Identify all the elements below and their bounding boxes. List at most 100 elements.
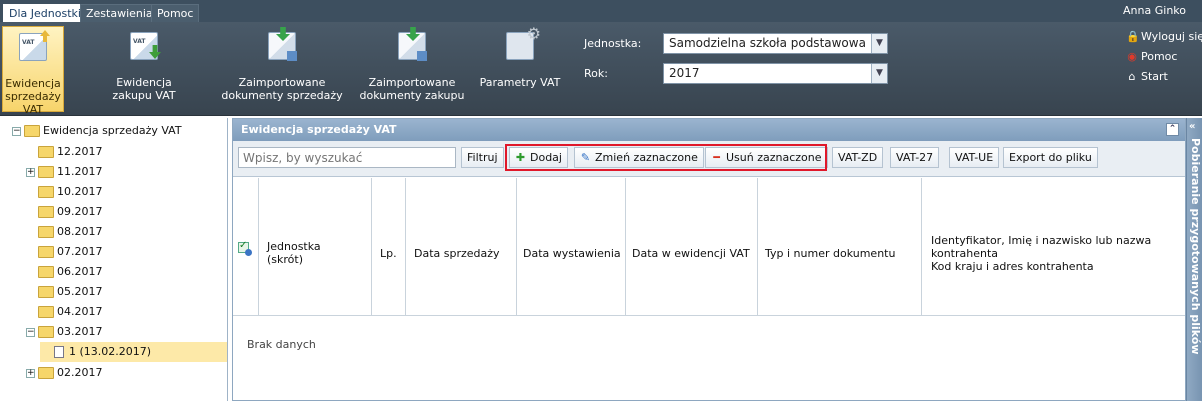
folder-icon <box>38 226 54 238</box>
ribbon-button-sales-register[interactable]: Ewidencja sprzedaży VAT <box>2 26 64 116</box>
vat-ue-button[interactable]: VAT-UE <box>949 147 1000 168</box>
tree-item[interactable]: +02.2017 <box>26 363 103 383</box>
lifebuoy-icon: ◉ <box>1127 50 1137 63</box>
expand-toggle[interactable]: + <box>26 167 35 177</box>
chevron-down-icon[interactable]: ▼ <box>871 64 887 83</box>
start-label: Start <box>1141 70 1168 83</box>
tree-item[interactable]: 05.2017 <box>38 282 103 302</box>
import-purchase-icon <box>398 32 427 61</box>
tree-item-label: 12.2017 <box>57 145 103 158</box>
tree-item-label: 11.2017 <box>57 165 103 178</box>
ribbon-button-imported-sales[interactable]: Zaimportowane dokumenty sprzedaży <box>218 26 346 112</box>
records-table: Jednostka (skrót) Lp. Data sprzedaży Dat… <box>233 178 1185 316</box>
tree-item[interactable]: 10.2017 <box>38 182 103 202</box>
column-label: Lp. <box>380 247 397 260</box>
tree-root[interactable]: − Ewidencja sprzedaży VAT <box>12 121 182 141</box>
tree-item-label: 03.2017 <box>57 325 103 338</box>
tree-root-label: Ewidencja sprzedaży VAT <box>43 124 182 137</box>
table-header-lp[interactable]: Lp. <box>372 178 406 316</box>
panel-toolbar: Filtruj ✚Dodaj ✎Zmień zaznaczone ━Usuń z… <box>233 141 1185 177</box>
chevron-down-icon[interactable]: ▼ <box>871 34 887 53</box>
folder-icon <box>38 326 54 338</box>
vat-zd-button[interactable]: VAT-ZD <box>832 147 884 168</box>
logout-link[interactable]: 🔒Wyloguj się <box>1126 30 1202 43</box>
top-menu-bar: Dla Jednostki Zestawienia Pomoc Anna Gin… <box>0 0 1202 22</box>
tree-item[interactable]: +11.2017 <box>26 162 103 182</box>
folder-icon <box>38 166 54 178</box>
ribbon-button-label: Parametry VAT <box>479 76 561 89</box>
column-label: Data wystawienia <box>523 247 621 260</box>
highlight-box <box>505 144 827 171</box>
downloads-sidebar[interactable]: « Pobieranie przygotowanych plików <box>1186 118 1202 401</box>
tree-item-label: 07.2017 <box>57 245 103 258</box>
tab-pomoc[interactable]: Pomoc <box>151 4 200 22</box>
table-header-issue-date[interactable]: Data wystawienia <box>517 178 626 316</box>
start-link[interactable]: ⌂ Start <box>1126 70 1168 83</box>
year-select[interactable]: 2017 ▼ <box>663 63 888 84</box>
vat-params-icon <box>506 27 541 60</box>
table-header-unit[interactable]: Jednostka (skrót) <box>259 178 372 316</box>
import-sales-icon <box>268 32 297 61</box>
folder-icon <box>38 246 54 258</box>
tree-item-label: 05.2017 <box>57 285 103 298</box>
collapse-toggle[interactable]: − <box>12 126 21 136</box>
tree-item-label: 02.2017 <box>57 366 103 379</box>
year-select-value: 2017 <box>669 66 700 80</box>
folder-icon <box>38 146 54 158</box>
tab-dla-jednostki[interactable]: Dla Jednostki <box>3 4 87 22</box>
panel-header: Ewidencja sprzedaży VAT ⌃ <box>233 119 1185 141</box>
tree-item[interactable]: 07.2017 <box>38 242 103 262</box>
ribbon-button-vat-parameters[interactable]: Parametry VAT <box>476 26 564 112</box>
ribbon-button-imported-purchases[interactable]: Zaimportowane dokumenty zakupu <box>353 26 471 112</box>
tree-item-label: 09.2017 <box>57 205 103 218</box>
tree-item[interactable]: 12.2017 <box>38 142 103 162</box>
table-header-vat-date[interactable]: Data w ewidencji VAT <box>626 178 758 316</box>
help-link[interactable]: ◉ Pomoc <box>1126 50 1177 63</box>
table-header-contractor[interactable]: Identyfikator, Imię i nazwisko lub nazwa… <box>922 178 1185 316</box>
folder-icon <box>38 206 54 218</box>
collapse-up-icon[interactable]: ⌃ <box>1166 123 1179 136</box>
panel-title: Ewidencja sprzedaży VAT <box>241 123 397 136</box>
table-header-sale-date[interactable]: Data sprzedaży <box>406 178 517 316</box>
tree-item[interactable]: 06.2017 <box>38 262 103 282</box>
lock-icon: 🔒 <box>1126 30 1140 43</box>
tree-item-label: 08.2017 <box>57 225 103 238</box>
tree-item[interactable]: − 03.2017 <box>26 322 103 342</box>
tree-item[interactable]: 04.2017 <box>38 302 103 322</box>
folder-icon <box>38 306 54 318</box>
tree-item-label: 04.2017 <box>57 305 103 318</box>
logout-label: Wyloguj się <box>1141 30 1202 43</box>
tree-item-label: 10.2017 <box>57 185 103 198</box>
folder-icon <box>38 367 54 379</box>
collapse-toggle[interactable]: − <box>26 327 35 337</box>
search-input[interactable] <box>238 147 456 168</box>
export-button[interactable]: Export do pliku <box>1003 147 1098 168</box>
ribbon-button-label: Ewidencja sprzedaży VAT <box>5 77 61 116</box>
tree-item-selected[interactable]: 1 (13.02.2017) <box>40 342 227 362</box>
tree-item[interactable]: 09.2017 <box>38 202 103 222</box>
tab-zestawienia[interactable]: Zestawienia <box>80 4 159 22</box>
unit-label: Jednostka: <box>584 37 642 50</box>
tree-item[interactable]: 08.2017 <box>38 222 103 242</box>
user-name: Anna Ginko <box>1123 4 1186 17</box>
vat-purchase-icon <box>130 32 158 60</box>
folder-icon <box>24 125 40 137</box>
ribbon-button-purchase-register[interactable]: Ewidencja zakupu VAT <box>104 26 184 112</box>
column-label: Kod kraju i adres kontrahenta <box>931 260 1094 273</box>
tree-panel: − Ewidencja sprzedaży VAT 12.2017 +11.201… <box>0 118 228 401</box>
toolbar-ribbon: Ewidencja sprzedaży VAT Ewidencja zakupu… <box>0 22 1202 116</box>
column-label: Identyfikator, Imię i nazwisko lub nazwa <box>931 234 1152 247</box>
tree-item-label: 06.2017 <box>57 265 103 278</box>
folder-icon <box>38 286 54 298</box>
vat-27-button[interactable]: VAT-27 <box>890 147 940 168</box>
ribbon-button-label: Ewidencja zakupu VAT <box>112 76 176 102</box>
empty-table-message: Brak danych <box>247 338 316 351</box>
unit-select-value: Samodzielna szkoła podstawowa <box>669 36 866 50</box>
expand-left-icon[interactable]: « <box>1189 121 1195 132</box>
table-header-document[interactable]: Typ i numer dokumentu <box>758 178 922 316</box>
info-icon <box>245 249 252 256</box>
help-label: Pomoc <box>1141 50 1178 63</box>
unit-select[interactable]: Samodzielna szkoła podstawowa ▼ <box>663 33 888 54</box>
expand-toggle[interactable]: + <box>26 368 35 378</box>
filter-button[interactable]: Filtruj <box>461 147 504 168</box>
